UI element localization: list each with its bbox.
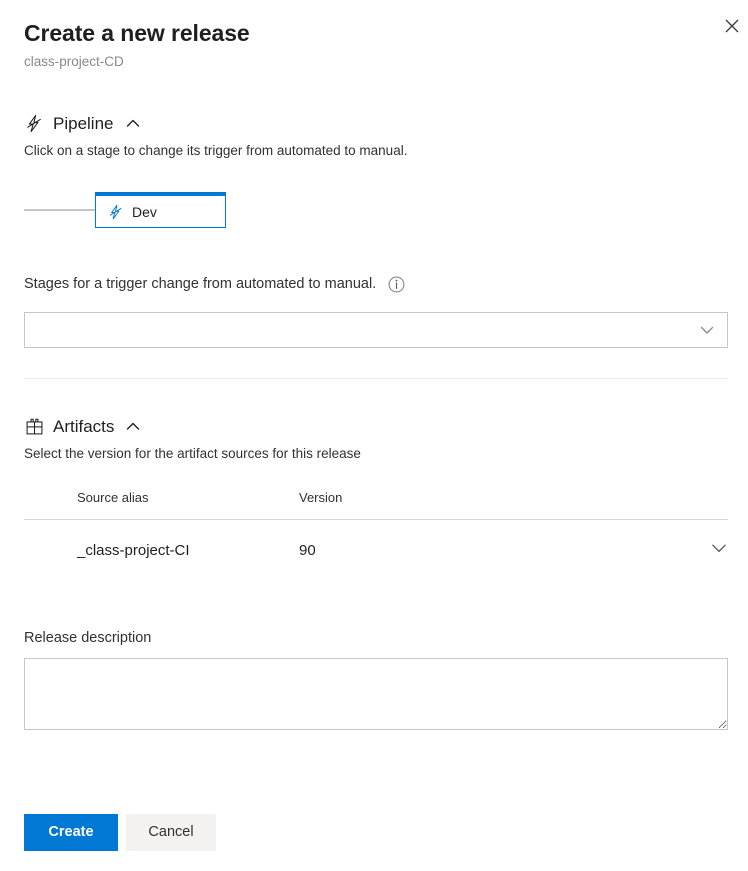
pipeline-section: Pipeline Click on a stage to change its … bbox=[24, 112, 728, 242]
release-description-label: Release description bbox=[24, 630, 152, 646]
pipeline-section-title: Pipeline bbox=[53, 114, 114, 133]
artifacts-section-title: Artifacts bbox=[53, 417, 115, 436]
pipeline-stage-graph: Dev bbox=[24, 192, 728, 242]
chevron-down-icon[interactable] bbox=[699, 322, 715, 338]
dialog-header: Create a new release class-project-CD bbox=[24, 18, 724, 71]
release-description-input[interactable] bbox=[24, 658, 728, 730]
artifacts-table: Source alias Version _class-project-CI 9… bbox=[24, 490, 728, 561]
trigger-stages-dropdown[interactable] bbox=[24, 312, 728, 348]
column-header-actions bbox=[599, 490, 728, 520]
pipeline-section-header: Pipeline bbox=[24, 112, 728, 135]
section-divider bbox=[24, 378, 728, 379]
artifacts-section-header: Artifacts bbox=[24, 415, 728, 438]
dialog-footer: Create Cancel bbox=[24, 814, 216, 851]
pipeline-stage-label: Dev bbox=[132, 203, 157, 220]
close-icon bbox=[725, 19, 739, 33]
stage-connector-line bbox=[24, 209, 95, 211]
cell-expand[interactable] bbox=[599, 520, 728, 562]
pipeline-stage-dev[interactable]: Dev bbox=[95, 192, 226, 228]
page-title: Create a new release bbox=[24, 20, 250, 46]
artifacts-section-description: Select the version for the artifact sour… bbox=[24, 446, 361, 461]
stage-lightning-icon bbox=[107, 203, 124, 220]
chevron-up-icon[interactable] bbox=[126, 420, 140, 434]
dialog-subtitle: class-project-CD bbox=[24, 54, 124, 69]
chevron-down-icon[interactable] bbox=[710, 539, 728, 557]
pipeline-section-description: Click on a stage to change its trigger f… bbox=[24, 143, 408, 158]
trigger-stages-label: Stages for a trigger change from automat… bbox=[24, 276, 377, 292]
create-button[interactable]: Create bbox=[24, 814, 118, 851]
trigger-stages-label-row: Stages for a trigger change from automat… bbox=[24, 274, 728, 294]
cancel-button[interactable]: Cancel bbox=[126, 814, 216, 851]
table-row[interactable]: _class-project-CI 90 bbox=[24, 520, 728, 562]
artifacts-section: Artifacts Select the version for the art… bbox=[24, 415, 728, 561]
create-release-dialog: Create a new release class-project-CD Pi… bbox=[0, 0, 748, 871]
column-header-version: Version bbox=[299, 490, 599, 520]
release-lightning-icon bbox=[24, 114, 44, 134]
column-header-source-alias: Source alias bbox=[24, 490, 299, 520]
cell-source-alias: _class-project-CI bbox=[77, 541, 190, 559]
gift-box-icon bbox=[24, 417, 44, 437]
release-description-block: Release description bbox=[24, 628, 728, 735]
table-header-row: Source alias Version bbox=[24, 490, 728, 520]
close-button[interactable] bbox=[716, 10, 748, 42]
info-circle-icon[interactable] bbox=[388, 276, 405, 293]
cell-version: 90 bbox=[299, 541, 316, 559]
chevron-up-icon[interactable] bbox=[126, 117, 140, 131]
trigger-stages-block: Stages for a trigger change from automat… bbox=[24, 274, 728, 348]
